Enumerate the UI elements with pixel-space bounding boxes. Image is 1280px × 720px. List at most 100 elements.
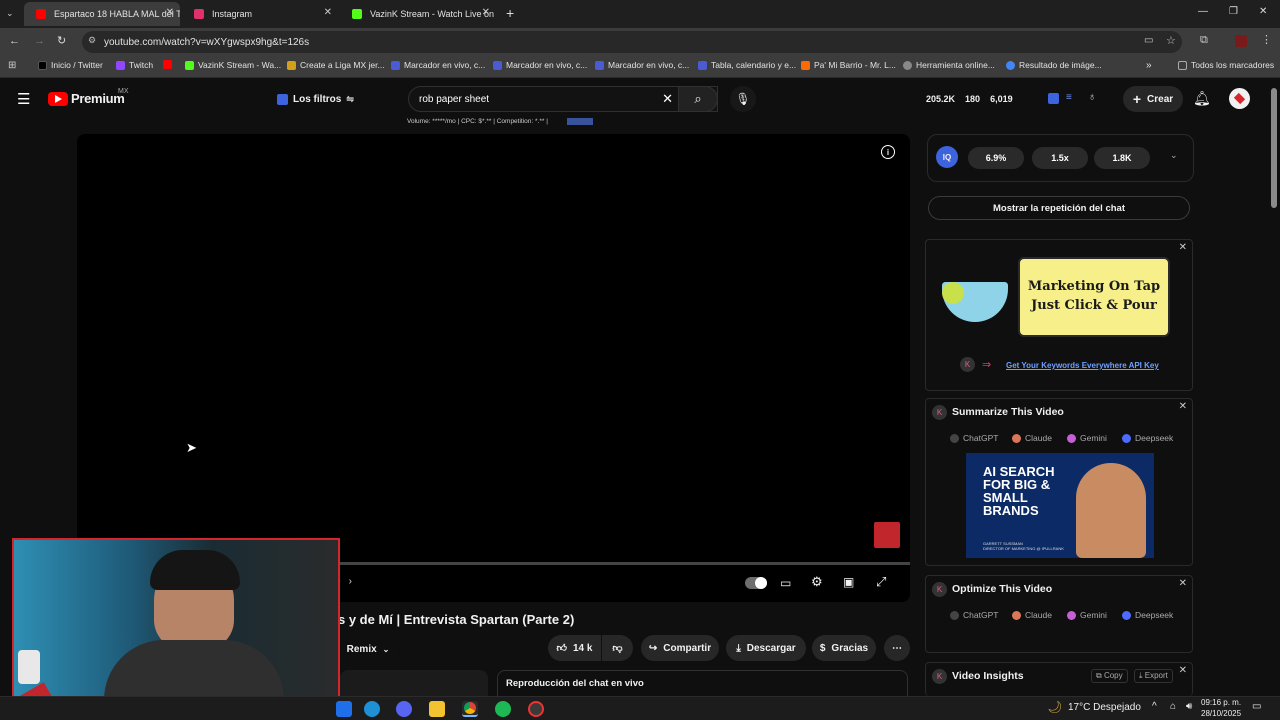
list-icon[interactable]: ≡ <box>1066 92 1072 103</box>
chatgpt-button[interactable]: ChatGPT <box>950 610 998 620</box>
close-icon[interactable]: ✕ <box>1179 242 1187 253</box>
bookmark-marcador-2[interactable]: Marcador en vivo, c... <box>493 60 587 70</box>
bookmark-marcador-3[interactable]: Marcador en vivo, c... <box>595 60 689 70</box>
like-button[interactable]: 👍︎ 14 k <box>548 635 601 661</box>
bookmark-twitch[interactable]: Twitch <box>116 60 153 70</box>
close-icon[interactable]: ✕ <box>1179 665 1187 676</box>
clear-search-icon[interactable]: ✕ <box>662 91 673 107</box>
new-tab-button[interactable]: + <box>506 5 514 21</box>
all-bookmarks[interactable]: Todos los marcadores <box>1178 60 1274 70</box>
voice-search-button[interactable]: 🎙 <box>730 86 756 112</box>
close-icon[interactable]: ✕ <box>482 7 490 18</box>
spotify-icon[interactable] <box>495 701 511 717</box>
tab-instagram[interactable]: Instagram ✕ <box>182 2 338 26</box>
chrome-icon[interactable] <box>462 701 478 717</box>
description-box[interactable] <box>340 670 488 696</box>
bookmarks-more[interactable]: » <box>1146 60 1152 71</box>
page-scrollbar[interactable] <box>1271 88 1277 208</box>
autoplay-toggle[interactable] <box>745 577 767 589</box>
chevron-down-icon[interactable]: ⌄ <box>1170 150 1178 161</box>
share-button[interactable]: ↪ Compartir <box>641 635 719 661</box>
app-icon[interactable] <box>336 701 352 717</box>
bookmark-vazink[interactable]: VazinK Stream - Wa... <box>185 60 281 70</box>
close-icon[interactable]: ✕ <box>166 7 174 18</box>
bookmark-twitter[interactable]: Inicio / Twitter <box>38 60 103 70</box>
copy-button[interactable]: ⧉ Copy <box>1091 669 1128 683</box>
claude-button[interactable]: Claude <box>1012 433 1052 443</box>
network-icon[interactable]: ⌂ <box>1170 701 1176 712</box>
bookmark-pa-mi-barrio[interactable]: Pa' Mi Barrio - Mr. L... <box>801 60 896 70</box>
close-window-button[interactable]: ✕ <box>1259 6 1267 17</box>
premium-logo[interactable]: Premium <box>71 91 125 106</box>
remix-button[interactable]: Remix ⌄ <box>336 636 400 662</box>
subtitles-icon[interactable]: ▭ <box>780 576 791 590</box>
minimize-button[interactable]: — <box>1198 6 1208 17</box>
info-icon[interactable]: i <box>881 145 895 159</box>
miniplayer-icon[interactable]: ▣ <box>843 575 854 589</box>
notifications-center-icon[interactable]: ▭ <box>1252 701 1261 712</box>
bookmark-herramienta[interactable]: Herramienta online... <box>903 60 995 70</box>
volume-icon[interactable]: 🔊︎ <box>1186 701 1192 712</box>
close-icon[interactable]: ✕ <box>1179 401 1187 412</box>
claude-button[interactable]: Claude <box>1012 610 1052 620</box>
tab-vazink[interactable]: VazinK Stream - Watch Live on ✕ <box>340 2 496 26</box>
keywords-everywhere-icon[interactable] <box>1048 93 1059 104</box>
weather-text[interactable]: 17°C Despejado <box>1068 702 1141 713</box>
channel-watermark[interactable] <box>874 522 900 548</box>
obs-icon[interactable] <box>528 701 544 717</box>
clock[interactable]: 09:16 p. m. 28/10/2025 <box>1201 697 1241 719</box>
forward-icon[interactable]: → <box>34 35 45 47</box>
summarize-banner[interactable]: AI SEARCH FOR BIG & SMALL BRANDS GARRETT… <box>966 453 1154 558</box>
youtube-logo-icon[interactable] <box>48 92 68 106</box>
download-button[interactable]: ⤓ Descargar <box>726 635 806 661</box>
discord-icon[interactable] <box>396 701 412 717</box>
cast-icon[interactable]: ▭ <box>1144 35 1153 46</box>
edge-icon[interactable] <box>364 701 380 717</box>
bookmark-liga-mx[interactable]: Create a Liga MX jer... <box>287 60 385 70</box>
tab-espartaco[interactable]: Espartaco 18 HABLA MAL del T ✕ <box>24 2 180 26</box>
show-chat-replay-button[interactable]: Mostrar la repetición del chat <box>928 196 1190 220</box>
search-input[interactable]: rob paper sheet ✕ <box>408 86 718 112</box>
live-chat-replay-header[interactable]: Reproducción del chat en vivo <box>497 670 908 696</box>
deepseek-button[interactable]: Deepseek <box>1122 610 1173 620</box>
video-player[interactable]: i <box>77 134 910 602</box>
search-button[interactable]: ⌕ <box>678 86 718 112</box>
notifications-icon[interactable]: 🔔︎ <box>1193 90 1211 107</box>
bookmark-resultado[interactable]: Resultado de imáge... <box>1006 60 1102 70</box>
reload-icon[interactable]: ↻ <box>57 34 66 47</box>
star-icon[interactable]: ☆ <box>1166 34 1176 47</box>
fullscreen-icon[interactable]: ⤢ <box>876 574 886 590</box>
apps-icon[interactable]: ⊞ <box>8 60 16 71</box>
dislike-button[interactable]: 👎︎ <box>602 635 633 661</box>
export-button[interactable]: ⤓ Export <box>1134 669 1173 683</box>
chevron-up-icon[interactable]: ^ <box>1152 701 1157 712</box>
extension-icon[interactable] <box>1235 35 1247 47</box>
create-button[interactable]: + Crear <box>1123 86 1183 112</box>
maximize-button[interactable]: ❐ <box>1229 6 1238 17</box>
extensions-icon[interactable]: ⧉ <box>1200 34 1208 47</box>
url-input[interactable]: ⚙ youtube.com/watch?v=wXYgwspx9hg&t=126s <box>82 31 1182 53</box>
bookmark-youtube[interactable] <box>163 60 172 69</box>
filters-button[interactable]: Los filtros ⇋ <box>268 86 356 112</box>
back-icon[interactable]: ← <box>9 35 20 47</box>
deepseek-button[interactable]: Deepseek <box>1122 433 1173 443</box>
gemini-button[interactable]: Gemini <box>1067 433 1107 443</box>
api-key-link[interactable]: Get Your Keywords Everywhere API Key <box>1006 361 1159 370</box>
thanks-button[interactable]: $ Gracias <box>812 635 876 661</box>
menu-icon[interactable]: ⋮ <box>1261 33 1272 46</box>
close-icon[interactable]: ✕ <box>1179 578 1187 589</box>
bookmark-marcador-1[interactable]: Marcador en vivo, c... <box>391 60 485 70</box>
chatgpt-button[interactable]: ChatGPT <box>950 433 998 443</box>
close-icon[interactable]: ✕ <box>324 7 332 18</box>
tab-search-icon[interactable]: ⌄ <box>6 8 14 19</box>
more-actions-button[interactable]: ⋯ <box>884 635 910 661</box>
ad-headline-box[interactable]: Marketing On Tap Just Click & Pour <box>1018 257 1170 337</box>
gemini-button[interactable]: Gemini <box>1067 610 1107 620</box>
badge-icon[interactable]: ♁ <box>1088 91 1096 103</box>
settings-icon[interactable]: ⚙ <box>811 574 823 590</box>
file-explorer-icon[interactable] <box>429 701 445 717</box>
hamburger-icon[interactable]: ☰ <box>17 90 30 108</box>
site-info-icon[interactable]: ⚙ <box>88 35 96 46</box>
bookmark-tabla[interactable]: Tabla, calendario y e... <box>698 60 796 70</box>
avatar[interactable] <box>1229 88 1250 109</box>
